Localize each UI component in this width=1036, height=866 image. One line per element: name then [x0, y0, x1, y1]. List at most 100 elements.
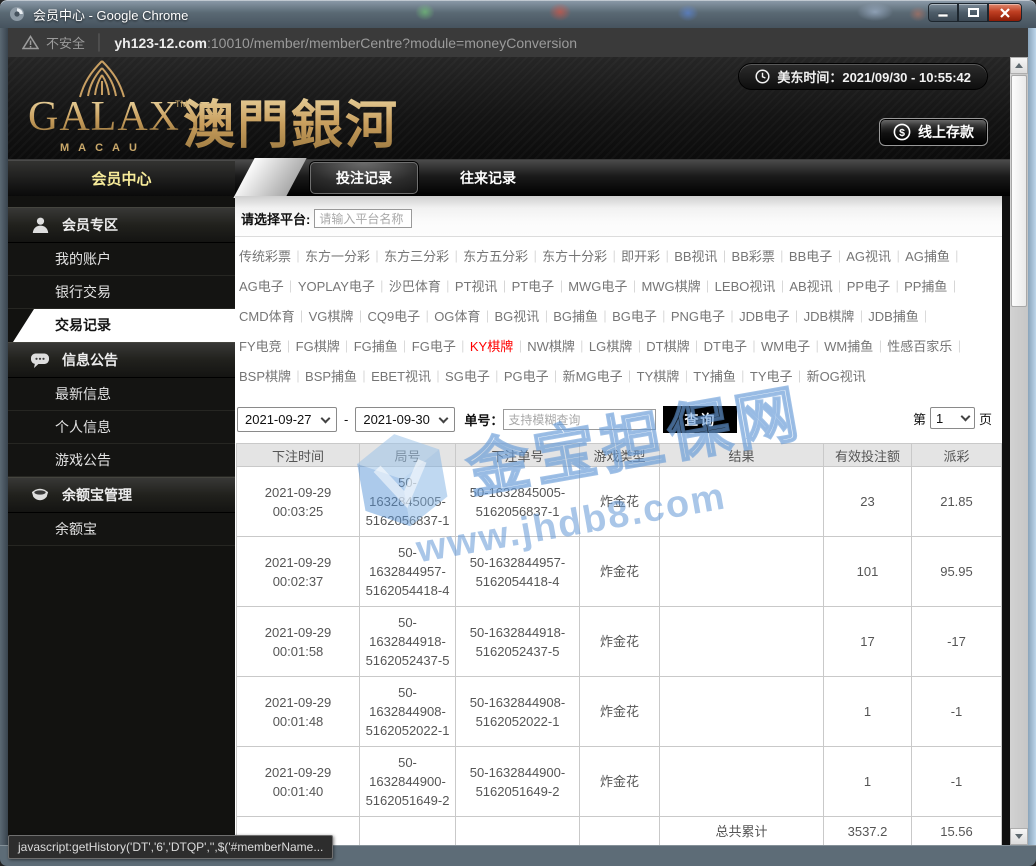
date-from-select[interactable]: 2021-09-27 [237, 407, 337, 432]
date-to-select[interactable]: 2021-09-30 [355, 407, 455, 432]
platform-link[interactable]: 东方一分彩 [305, 249, 384, 264]
platform-link[interactable]: EBET视讯 [371, 369, 445, 384]
platform-link[interactable]: OG体育 [434, 309, 494, 324]
cell-valid-bet: 101 [824, 537, 912, 607]
platform-link[interactable]: JDB捕鱼 [868, 309, 933, 324]
platform-link[interactable]: TY捕鱼 [693, 369, 750, 384]
platform-link[interactable]: JDB电子 [739, 309, 804, 324]
tab-transfer-records[interactable]: 往来记录 [438, 160, 538, 196]
url-bar[interactable]: 不安全 │ yh123-12.com :10010/member/memberC… [8, 28, 1028, 57]
platform-link[interactable]: WM捕鱼 [824, 339, 887, 354]
sidebar-section-member-zone[interactable]: 会员专区 [8, 207, 235, 243]
platform-link[interactable]: BG视讯 [494, 309, 553, 324]
sidebar-item-yuebao[interactable]: 余额宝 [8, 513, 235, 546]
vertical-scrollbar[interactable] [1010, 57, 1028, 845]
platform-link[interactable]: PT电子 [512, 279, 569, 294]
sidebar-section-info-announcements[interactable]: 信息公告 [8, 342, 235, 378]
platform-link[interactable]: FG捕鱼 [354, 339, 412, 354]
platform-link[interactable]: CQ9电子 [367, 309, 434, 324]
scroll-down-button[interactable] [1010, 828, 1028, 845]
browser-window: 会员中心 - Google Chrome 不安全 │ yh123-12.com … [0, 0, 1036, 866]
platform-link[interactable]: PP电子 [847, 279, 904, 294]
platform-link[interactable]: FY电竞 [239, 339, 296, 354]
platform-link[interactable]: BG电子 [612, 309, 671, 324]
platform-row: BSP棋牌BSP捕鱼EBET视讯SG电子PG电子新MG电子TY棋牌TY捕鱼TY电… [239, 362, 998, 392]
platform-link[interactable]: 东方十分彩 [542, 249, 621, 264]
platform-link[interactable]: BSP捕鱼 [305, 369, 371, 384]
platform-link[interactable]: 沙巴体育 [389, 279, 455, 294]
platform-link[interactable]: AG电子 [239, 279, 298, 294]
platform-link[interactable]: DT电子 [704, 339, 761, 354]
table-total-row: 总共累计 3537.2 15.56 [237, 817, 1002, 846]
logo-sub-text: MACAU [60, 142, 146, 154]
sidebar-item-my-account[interactable]: 我的账户 [8, 243, 235, 276]
platform-link[interactable]: NW棋牌 [527, 339, 589, 354]
date-range-separator: - [344, 412, 348, 427]
platform-link[interactable]: PNG电子 [671, 309, 739, 324]
sidebar-item-bank-transactions[interactable]: 银行交易 [8, 276, 235, 309]
platform-search-input[interactable] [314, 209, 412, 228]
cell-empty [580, 817, 660, 846]
platform-link[interactable]: BG捕鱼 [553, 309, 612, 324]
platform-link[interactable]: AG视讯 [846, 249, 905, 264]
platform-link[interactable]: 性感百家乐 [887, 339, 966, 354]
platform-link[interactable]: PG电子 [504, 369, 563, 384]
search-button[interactable]: 查询 [663, 406, 737, 433]
page-select[interactable]: 1 [930, 407, 975, 429]
maximize-button[interactable] [958, 3, 988, 22]
platform-link[interactable]: AB视讯 [789, 279, 846, 294]
platform-link[interactable]: AG捕鱼 [905, 249, 964, 264]
sidebar-item-personal-info[interactable]: 个人信息 [8, 411, 235, 444]
online-deposit-button[interactable]: $ 线上存款 [879, 118, 988, 146]
server-time-box: 美东时间：2021/09/30 - 10:55:42 [738, 63, 988, 90]
col-header-bet-time: 下注时间 [237, 444, 360, 467]
cell-order-id: 50-1632844918-5162052437-5 [456, 607, 580, 677]
cell-payout: -1 [912, 677, 1002, 747]
platform-link[interactable]: BB电子 [789, 249, 846, 264]
tab-betting-records[interactable]: 投注记录 [310, 162, 418, 194]
platform-link[interactable]: YOPLAY电子 [298, 279, 389, 294]
platform-link[interactable]: TY棋牌 [637, 369, 694, 384]
platform-link[interactable]: 东方五分彩 [463, 249, 542, 264]
cell-payout: -1 [912, 747, 1002, 817]
sidebar-item-transaction-records[interactable]: 交易记录 [8, 309, 235, 342]
platform-link[interactable]: FG棋牌 [296, 339, 354, 354]
order-number-input[interactable] [503, 409, 656, 430]
platform-link[interactable]: BB视讯 [674, 249, 731, 264]
cell-empty [456, 817, 580, 846]
platform-link[interactable]: PT视讯 [455, 279, 512, 294]
sidebar-section-yuebao-management[interactable]: 余额宝管理 [8, 477, 235, 513]
scrollbar-thumb[interactable] [1011, 75, 1027, 307]
platform-link[interactable]: LG棋牌 [589, 339, 646, 354]
sidebar-item-game-announcements[interactable]: 游戏公告 [8, 444, 235, 477]
platform-link[interactable]: MWG棋牌 [641, 279, 714, 294]
platform-link[interactable]: BB彩票 [732, 249, 789, 264]
platform-link[interactable]: LEBO视讯 [715, 279, 790, 294]
platform-link[interactable]: MWG电子 [568, 279, 641, 294]
scroll-up-button[interactable] [1010, 57, 1028, 74]
platform-link[interactable]: DT棋牌 [646, 339, 703, 354]
platform-link[interactable]: VG棋牌 [309, 309, 368, 324]
sidebar-item-latest-info[interactable]: 最新信息 [8, 378, 235, 411]
platform-link[interactable]: CMD体育 [239, 309, 309, 324]
minimize-button[interactable] [928, 3, 958, 22]
platform-link[interactable]: 东方三分彩 [384, 249, 463, 264]
platform-link[interactable]: 新MG电子 [563, 369, 637, 384]
platform-link[interactable]: PP捕鱼 [904, 279, 961, 294]
platform-link[interactable]: 传统彩票 [239, 249, 305, 264]
platform-link[interactable]: JDB棋牌 [804, 309, 869, 324]
close-button[interactable] [988, 3, 1022, 22]
platform-link[interactable]: 新OG视讯 [807, 369, 866, 384]
page-suffix: 页 [979, 409, 992, 428]
platform-link[interactable]: SG电子 [445, 369, 504, 384]
platform-link[interactable]: FG电子 [412, 339, 470, 354]
galaxy-macau-logo: GALAXY TM MACAU 澳門銀河 [20, 57, 440, 160]
platform-link[interactable]: 即开彩 [621, 249, 674, 264]
page-selector: 第 1 页 [913, 407, 992, 429]
platform-link-active[interactable]: KY棋牌 [470, 339, 527, 354]
platform-link[interactable]: BSP棋牌 [239, 369, 305, 384]
platform-link[interactable]: TY电子 [750, 369, 807, 384]
cell-order-id: 50-1632844900-5162051649-2 [456, 747, 580, 817]
main-content: 金宝担保网 www.jhdb8.com 请选择平台: 传统彩票东方一分彩东方三分… [235, 196, 1002, 845]
platform-link[interactable]: WM电子 [761, 339, 824, 354]
